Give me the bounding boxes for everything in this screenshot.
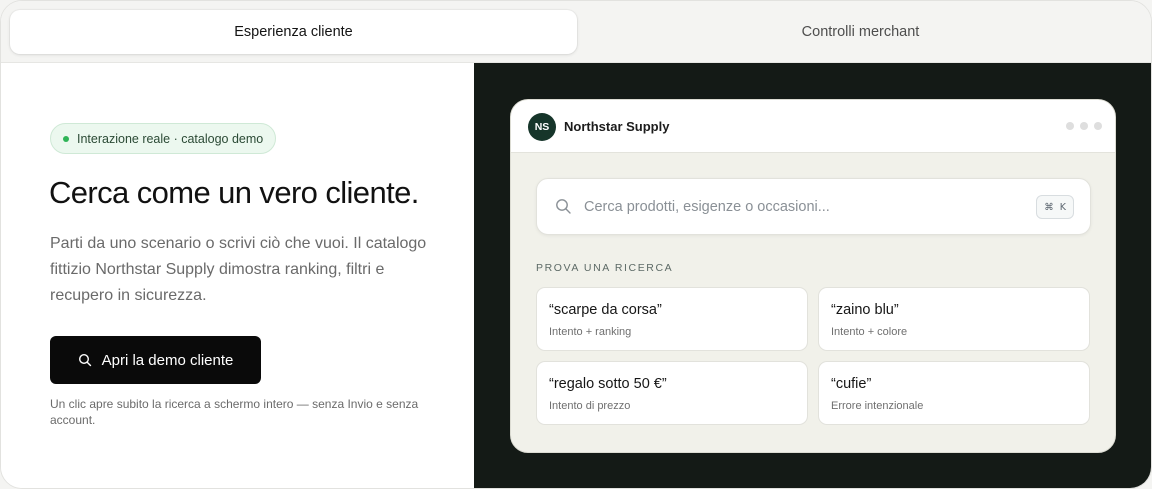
open-demo-button-label: Apri la demo cliente	[101, 351, 234, 369]
suggestion-query: “regalo sotto 50 €”	[549, 376, 667, 392]
window-dot	[1094, 122, 1102, 130]
status-badge-label: Interazione reale · catalogo demo	[77, 131, 264, 146]
store-avatar: NS	[528, 113, 556, 141]
suggestion-card[interactable]: “scarpe da corsa” Intento + ranking	[536, 287, 808, 351]
window-dot	[1066, 122, 1074, 130]
intro-description: Parti da uno scenario o scrivi ciò che v…	[50, 235, 427, 304]
store-header: NS Northstar Supply	[511, 100, 1115, 153]
suggestion-query: “scarpe da corsa”	[549, 302, 662, 318]
store-preview-card: NS Northstar Supply ⌘ K P	[510, 99, 1116, 453]
search-input[interactable]	[584, 196, 1024, 218]
store-search-box[interactable]: ⌘ K	[536, 178, 1091, 235]
shortcut-key: K	[1059, 201, 1066, 213]
page-title: Cerca come un vero cliente.	[49, 175, 419, 210]
suggestion-card[interactable]: “cufie” Errore intenzionale	[818, 361, 1090, 425]
suggestion-card[interactable]: “regalo sotto 50 €” Intento di prezzo	[536, 361, 808, 425]
command-key-icon: ⌘	[1044, 201, 1054, 213]
tab-bar: Esperienza cliente Controlli merchant	[1, 1, 1151, 63]
demo-preview-panel: NS Northstar Supply ⌘ K P	[474, 63, 1151, 488]
app-frame: Esperienza cliente Controlli merchant In…	[0, 0, 1152, 489]
dots-icon	[1066, 122, 1102, 130]
store-name: Northstar Supply	[564, 119, 670, 134]
suggestion-query: “cufie”	[831, 376, 872, 392]
suggestion-card[interactable]: “zaino blu” Intento + colore	[818, 287, 1090, 351]
open-demo-button[interactable]: Apri la demo cliente	[50, 336, 261, 384]
tab-esperienza-cliente[interactable]: Esperienza cliente	[10, 10, 577, 54]
suggestion-query: “zaino blu”	[831, 302, 899, 318]
suggestion-hint: Intento + ranking	[549, 326, 632, 338]
suggestions-heading: PROVA UNA RICERCA	[536, 262, 674, 274]
tab-controlli-merchant[interactable]: Controlli merchant	[577, 10, 1144, 54]
intro-panel: Interazione reale · catalogo demo Cerca …	[1, 63, 474, 488]
suggestion-hint: Intento + colore	[831, 326, 908, 338]
suggestion-hint: Intento di prezzo	[549, 400, 631, 412]
status-dot-icon	[63, 135, 69, 142]
status-badge: Interazione reale · catalogo demo	[50, 123, 277, 154]
search-icon	[556, 199, 571, 214]
window-dot	[1080, 122, 1088, 130]
cta-note: Un clic apre subito la ricerca a schermo…	[50, 397, 419, 427]
search-icon	[78, 353, 91, 367]
suggestion-hint: Errore intenzionale	[831, 400, 924, 412]
keyboard-shortcut-badge: ⌘ K	[1036, 195, 1074, 219]
